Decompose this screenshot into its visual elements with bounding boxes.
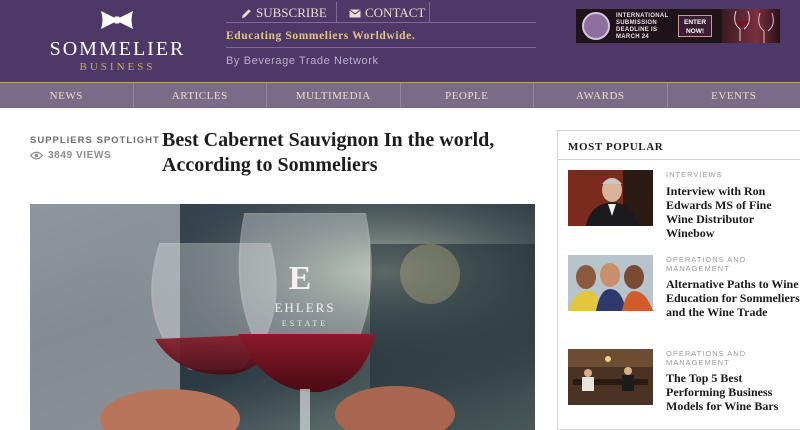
- divider: [558, 159, 800, 160]
- contact-link[interactable]: CONTACT: [349, 4, 425, 22]
- banner-wine-image: [722, 9, 780, 43]
- popular-item[interactable]: INTERVIEWS Interview with Ron Edwards MS…: [568, 170, 800, 250]
- wine-glass-icon: [734, 10, 774, 43]
- popular-item[interactable]: OPERATIONS AND MANAGEMENT Alternative Pa…: [568, 255, 800, 340]
- glass-brand-text: EHLERS: [274, 300, 335, 315]
- logo-title: SOMMELIER: [49, 38, 186, 60]
- envelope-icon: [349, 8, 361, 17]
- nav-awards[interactable]: AWARDS: [533, 83, 667, 108]
- nav-news[interactable]: NEWS: [0, 83, 133, 108]
- most-popular-sidebar: MOST POPULAR INTERVIEWS Interview with R…: [557, 130, 800, 430]
- divider: [226, 47, 536, 48]
- subscribe-label: SUBSCRIBE: [256, 5, 327, 20]
- logo-subtitle: BUSINESS: [79, 61, 156, 73]
- pencil-icon: [242, 8, 251, 18]
- tagline: Educating Sommeliers Worldwide.: [226, 30, 416, 42]
- glass-estate-text: ESTATE: [282, 319, 328, 328]
- popular-thumbnail[interactable]: [568, 255, 653, 311]
- site-logo[interactable]: SOMMELIER BUSINESS: [30, 0, 205, 82]
- banner-line: SUBMISSION: [616, 20, 658, 26]
- site-header: SOMMELIER BUSINESS SUBSCRIBE CONTACT Edu…: [0, 0, 800, 82]
- popular-category[interactable]: OPERATIONS AND MANAGEMENT: [666, 255, 796, 273]
- popular-thumbnail[interactable]: [568, 170, 653, 226]
- nav-articles[interactable]: ARTICLES: [132, 83, 267, 108]
- view-count-label: 3849 VIEWS: [48, 150, 112, 161]
- popular-title[interactable]: Alternative Paths to Wine Education for …: [666, 277, 800, 319]
- sidebar-title: MOST POPULAR: [568, 141, 664, 153]
- ad-banner[interactable]: INTERNATIONAL SUBMISSION DEADLINE IS MAR…: [576, 9, 780, 43]
- popular-title[interactable]: Interview with Ron Edwards MS of Fine Wi…: [666, 184, 800, 240]
- banner-text: INTERNATIONAL SUBMISSION DEADLINE IS MAR…: [616, 13, 668, 41]
- nav-people[interactable]: PEOPLE: [399, 83, 534, 108]
- subscribe-link[interactable]: SUBSCRIBE: [241, 4, 327, 22]
- article-title: Best Cabernet Sauvignon In the world, Ac…: [162, 129, 495, 176]
- divider: [429, 2, 430, 22]
- wine-glasses-photo: E EHLERS ESTATE: [30, 204, 535, 430]
- enter-now-button[interactable]: ENTER NOW!: [678, 15, 712, 37]
- nav-multimedia[interactable]: MULTIMEDIA: [266, 83, 400, 108]
- popular-item[interactable]: OPERATIONS AND MANAGEMENT The Top 5 Best…: [568, 349, 800, 429]
- view-count: 3849 VIEWS: [30, 150, 111, 161]
- popular-thumbnail[interactable]: [568, 349, 653, 405]
- top-links: SUBSCRIBE CONTACT: [226, 0, 536, 23]
- popular-title[interactable]: The Top 5 Best Performing Business Model…: [666, 371, 800, 413]
- contact-label: CONTACT: [365, 5, 426, 20]
- glass-logo-letter: E: [289, 260, 312, 297]
- byline[interactable]: By Beverage Trade Network: [226, 55, 379, 67]
- banner-line: INTERNATIONAL: [616, 13, 669, 19]
- popular-category[interactable]: INTERVIEWS: [666, 170, 796, 179]
- article-hero-image: E EHLERS ESTATE: [30, 204, 535, 430]
- banner-line: DEADLINE IS: [616, 27, 658, 33]
- divider: [336, 2, 337, 22]
- banner-line: MARCH 24: [616, 34, 650, 40]
- award-seal-icon: [582, 12, 610, 40]
- eye-icon: [30, 151, 43, 160]
- article-category[interactable]: SUPPLIERS SPOTLIGHT: [30, 135, 160, 146]
- nav-events[interactable]: EVENTS: [666, 83, 800, 108]
- popular-category[interactable]: OPERATIONS AND MANAGEMENT: [666, 349, 796, 367]
- main-nav: NEWS ARTICLES MULTIMEDIA PEOPLE AWARDS E…: [0, 82, 800, 108]
- bow-tie-icon: [101, 11, 133, 29]
